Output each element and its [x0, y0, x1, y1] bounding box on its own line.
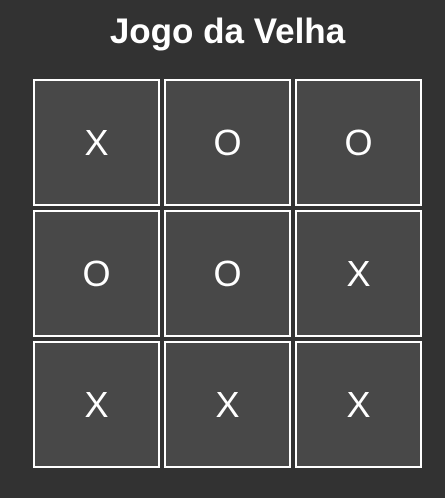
- game-title: Jogo da Velha: [109, 12, 346, 51]
- board-cell-6[interactable]: X: [295, 210, 422, 337]
- board-cell-3[interactable]: O: [295, 79, 422, 206]
- board-cell-9[interactable]: X: [295, 341, 422, 468]
- board-cell-1[interactable]: X: [33, 79, 160, 206]
- board-cell-2[interactable]: O: [164, 79, 291, 206]
- board-cell-7[interactable]: X: [33, 341, 160, 468]
- tic-tac-toe-board: X O O O O X X X X: [33, 79, 427, 473]
- board-cell-8[interactable]: X: [164, 341, 291, 468]
- board-cell-4[interactable]: O: [33, 210, 160, 337]
- board-cell-5[interactable]: O: [164, 210, 291, 337]
